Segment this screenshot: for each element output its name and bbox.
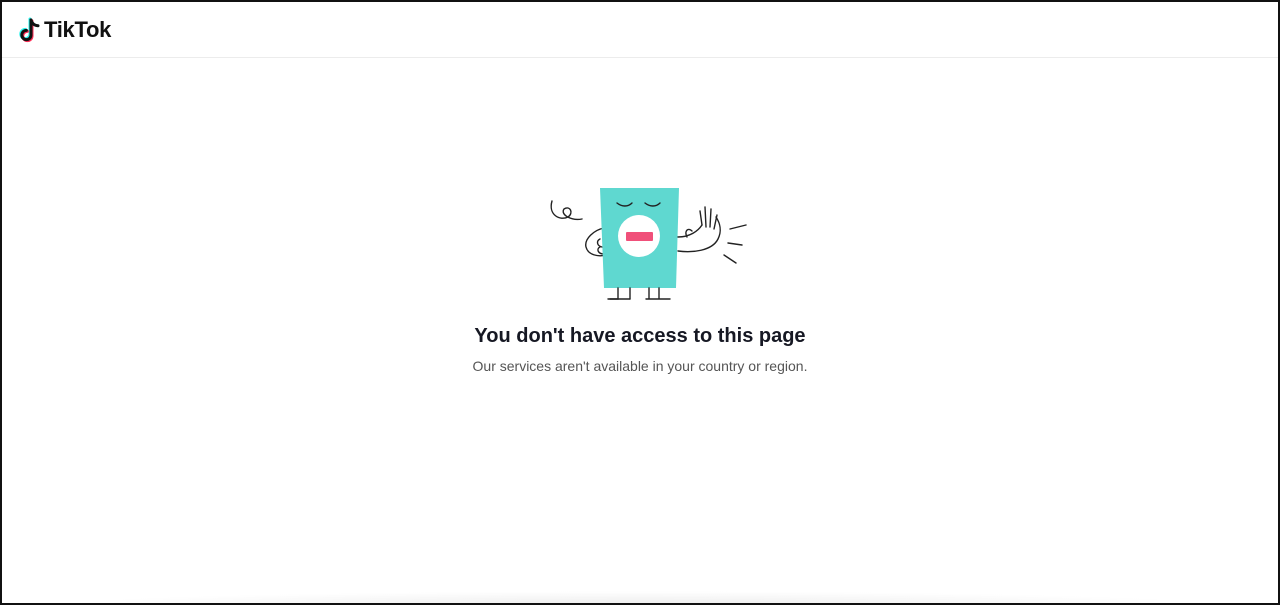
- bottom-shadow: [42, 591, 1238, 603]
- top-navigation-bar: TikTok: [2, 2, 1278, 58]
- error-title: You don't have access to this page: [474, 325, 806, 347]
- blocked-character-illustration: [550, 188, 747, 300]
- logo-wordmark: TikTok: [44, 17, 112, 42]
- tiktok-logo[interactable]: TikTok: [17, 16, 111, 44]
- tiktok-note-icon: [19, 17, 40, 43]
- page-frame: TikTok You don't have access to this pag…: [0, 0, 1280, 605]
- error-content: You don't have access to this page Our s…: [2, 58, 1278, 603]
- error-message: Our services aren't available in your co…: [472, 358, 808, 374]
